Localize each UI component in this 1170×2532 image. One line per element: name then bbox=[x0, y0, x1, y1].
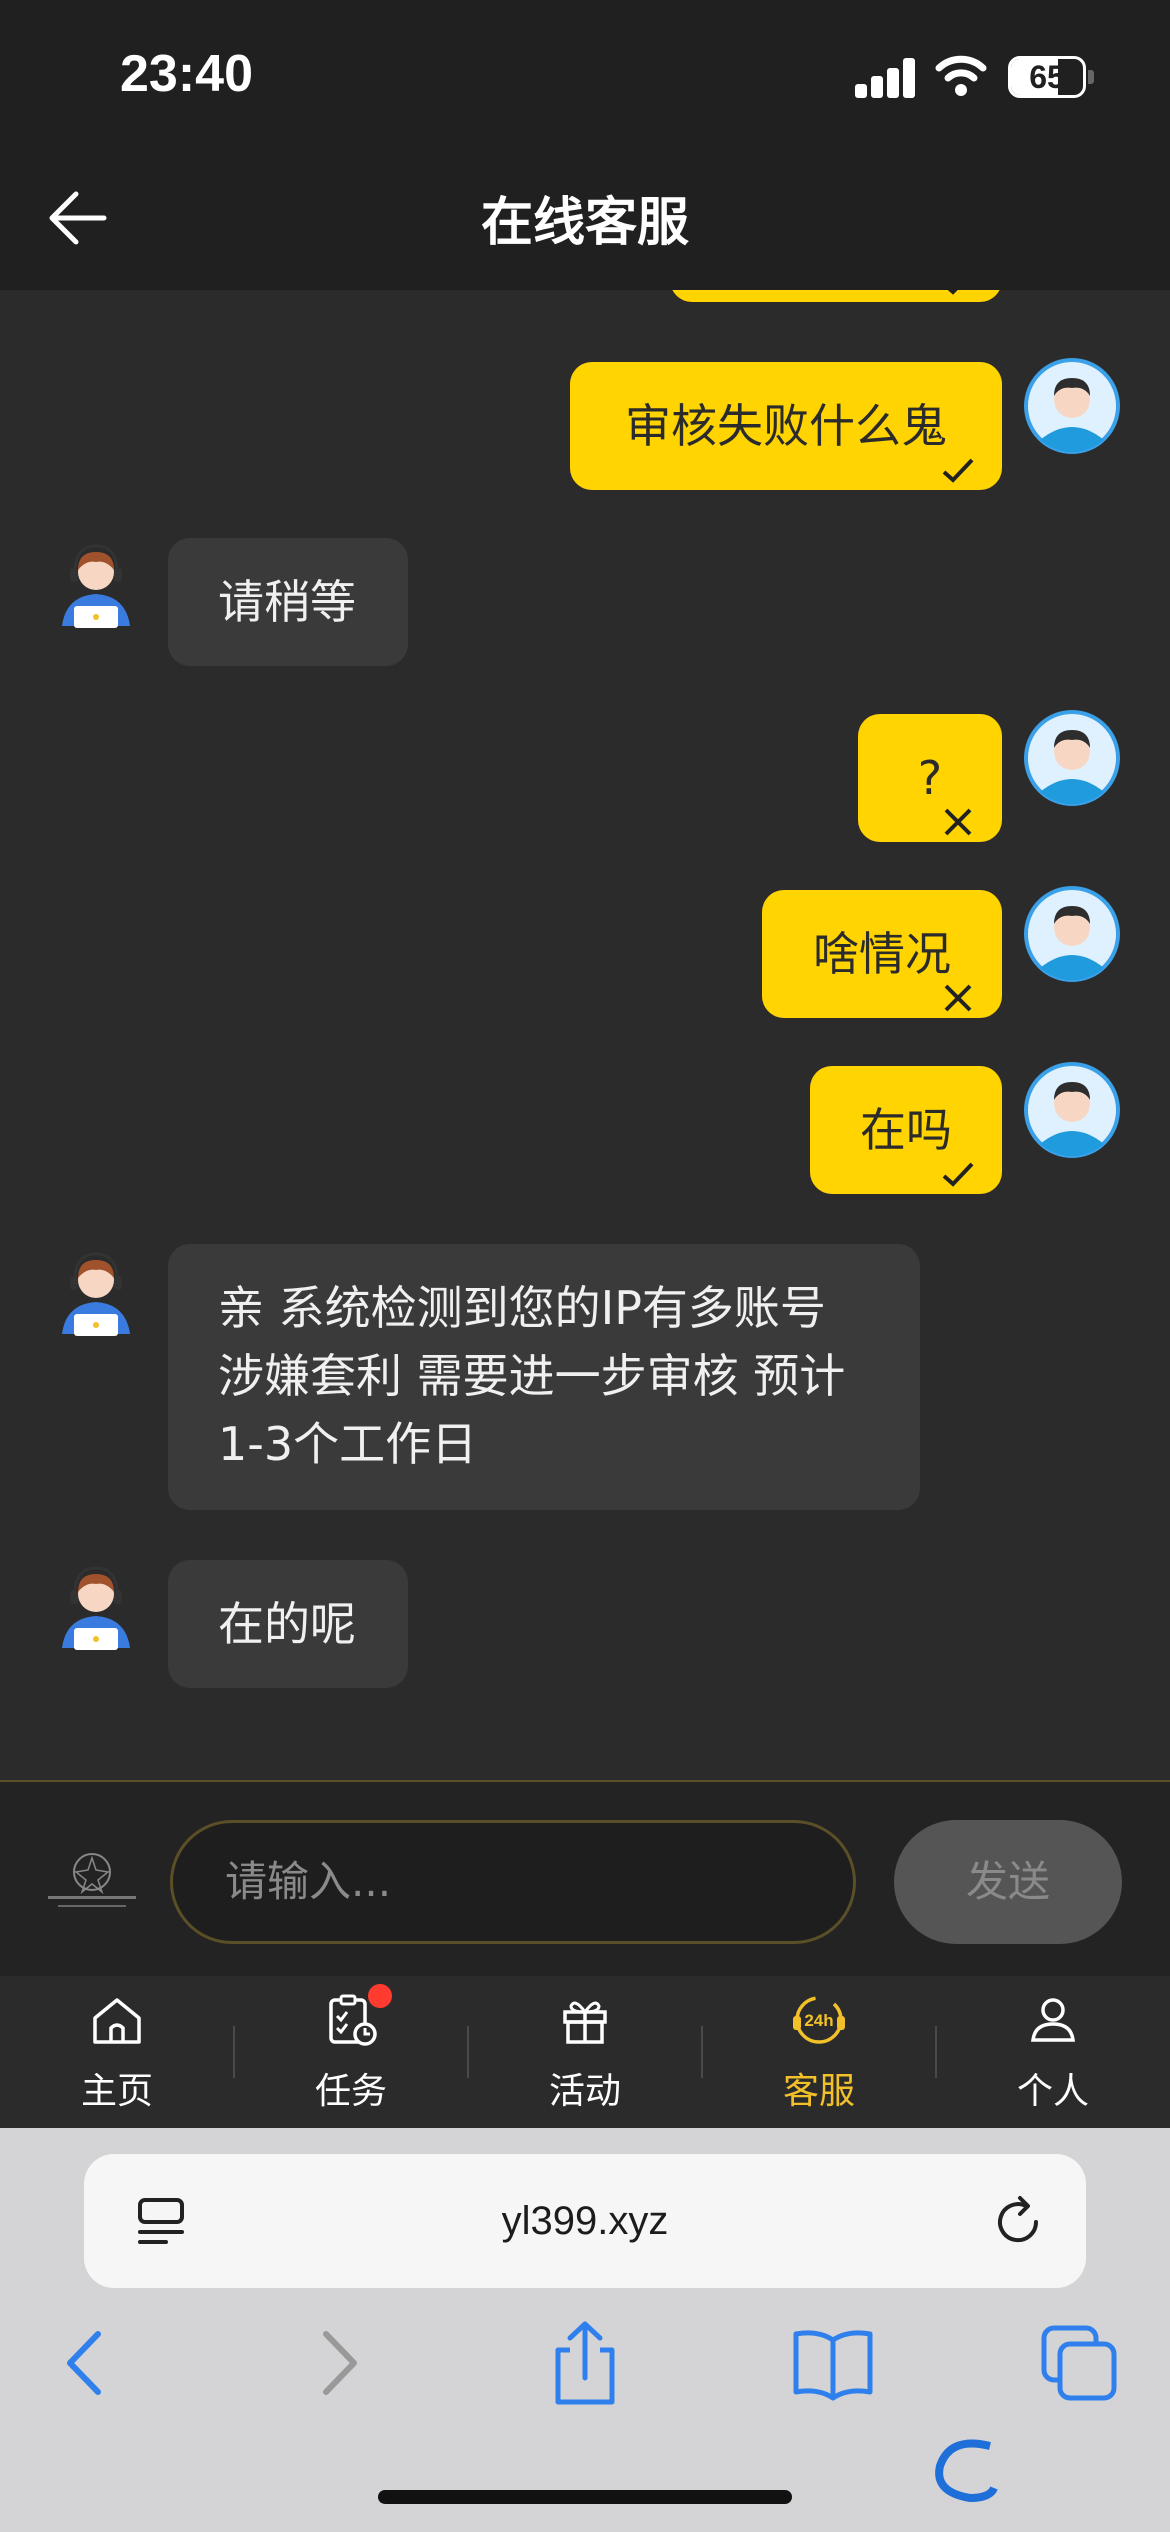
message-composer: 请输入... 发送 bbox=[0, 1780, 1170, 1976]
chat-message-list[interactable]: 审核失败什么鬼 请稍等 ? 啥情况 在吗 亲 系统检测到您的IP有多账号 涉嫌套… bbox=[0, 290, 1170, 1780]
wifi-icon bbox=[935, 55, 987, 96]
battery-tip bbox=[1088, 70, 1094, 84]
person-icon bbox=[1031, 1998, 1075, 2042]
reload-icon[interactable] bbox=[990, 2194, 1046, 2250]
page-title: 在线客服 bbox=[480, 193, 689, 253]
tab-home[interactable]: 主页 bbox=[0, 1976, 234, 2128]
user-avatar bbox=[1024, 358, 1120, 454]
tab-activities[interactable]: 活动 bbox=[468, 1976, 702, 2128]
tabs-icon[interactable] bbox=[1034, 2318, 1124, 2408]
message-input[interactable]: 请输入... bbox=[170, 1820, 856, 1944]
user-avatar bbox=[1024, 710, 1120, 806]
failed-x-icon[interactable] bbox=[938, 982, 978, 1014]
battery-level: 65 bbox=[1029, 59, 1065, 95]
bookmarks-icon[interactable] bbox=[788, 2318, 878, 2408]
tab-label: 活动 bbox=[548, 2071, 621, 2112]
address-bar[interactable]: yl399.xyz bbox=[84, 2154, 1086, 2288]
checkmark-icon bbox=[942, 1162, 974, 1187]
message-text-line: 亲 系统检测到您的IP有多账号 bbox=[218, 1281, 826, 1335]
message-text: 审核失败什么鬼 bbox=[625, 399, 947, 453]
browser-forward-icon[interactable] bbox=[292, 2318, 382, 2408]
message-text: 在吗 bbox=[860, 1103, 952, 1157]
watermark-logo bbox=[930, 2432, 1162, 2522]
share-icon[interactable] bbox=[540, 2318, 630, 2408]
message-text: 在的呢 bbox=[218, 1597, 356, 1651]
notification-badge bbox=[368, 1984, 392, 2008]
bottom-tab-bar: 主页 任务 活动 24h 客服 个人 bbox=[0, 1976, 1170, 2128]
tab-profile[interactable]: 个人 bbox=[936, 1976, 1170, 2128]
gift-icon bbox=[563, 2001, 607, 2044]
tab-support[interactable]: 24h 客服 bbox=[702, 1976, 936, 2128]
brand-logo bbox=[48, 1853, 136, 1907]
home-icon bbox=[93, 1998, 141, 2044]
battery-icon: 65 bbox=[1008, 56, 1086, 98]
top-bar: 23:40 65 在线客服 bbox=[0, 0, 1170, 290]
checkmark-icon bbox=[942, 458, 974, 483]
agent-avatar bbox=[48, 538, 144, 634]
tab-label: 客服 bbox=[782, 2071, 855, 2112]
message-text: ? bbox=[917, 751, 943, 805]
svg-text:24h: 24h bbox=[804, 2011, 833, 2030]
browser-back-icon[interactable] bbox=[42, 2318, 132, 2408]
message-bubble-user[interactable]: 啥情况 bbox=[762, 890, 1002, 1018]
failed-x-icon[interactable] bbox=[938, 806, 978, 838]
agent-avatar bbox=[48, 1246, 144, 1342]
tab-label: 任务 bbox=[314, 2071, 387, 2112]
send-button[interactable]: 发送 bbox=[894, 1820, 1122, 1944]
message-bubble-user[interactable]: 在吗 bbox=[810, 1066, 1002, 1194]
cellular-signal-icon bbox=[855, 58, 917, 98]
message-bubble-user[interactable]: ? bbox=[858, 714, 1002, 842]
message-text-line: 涉嫌套利 需要进一步审核 预计 bbox=[218, 1349, 846, 1403]
message-bubble-user[interactable]: 审核失败什么鬼 bbox=[570, 362, 1002, 490]
message-bubble-agent[interactable]: 亲 系统检测到您的IP有多账号 涉嫌套利 需要进一步审核 预计 1-3个工作日 bbox=[168, 1244, 920, 1510]
status-time: 23:40 bbox=[120, 45, 253, 103]
support-24h-icon: 24h bbox=[793, 1996, 845, 2044]
message-bubble-agent[interactable]: 在的呢 bbox=[168, 1560, 408, 1688]
user-avatar bbox=[1024, 886, 1120, 982]
message-text: 啥情况 bbox=[813, 927, 951, 981]
message-text: 请稍等 bbox=[218, 575, 356, 629]
message-bubble-agent[interactable]: 请稍等 bbox=[168, 538, 408, 666]
tab-tasks[interactable]: 任务 bbox=[234, 1976, 468, 2128]
agent-avatar bbox=[48, 1560, 144, 1656]
checkmark-icon bbox=[947, 290, 958, 295]
user-avatar bbox=[1024, 1062, 1120, 1158]
tab-label: 主页 bbox=[80, 2071, 153, 2112]
message-text-line: 1-3个工作日 bbox=[218, 1417, 478, 1471]
tab-label: 个人 bbox=[1016, 2071, 1089, 2112]
url-text: yl399.xyz bbox=[501, 2199, 669, 2243]
home-indicator bbox=[378, 2490, 792, 2504]
previous-message-bubble bbox=[670, 290, 1002, 302]
